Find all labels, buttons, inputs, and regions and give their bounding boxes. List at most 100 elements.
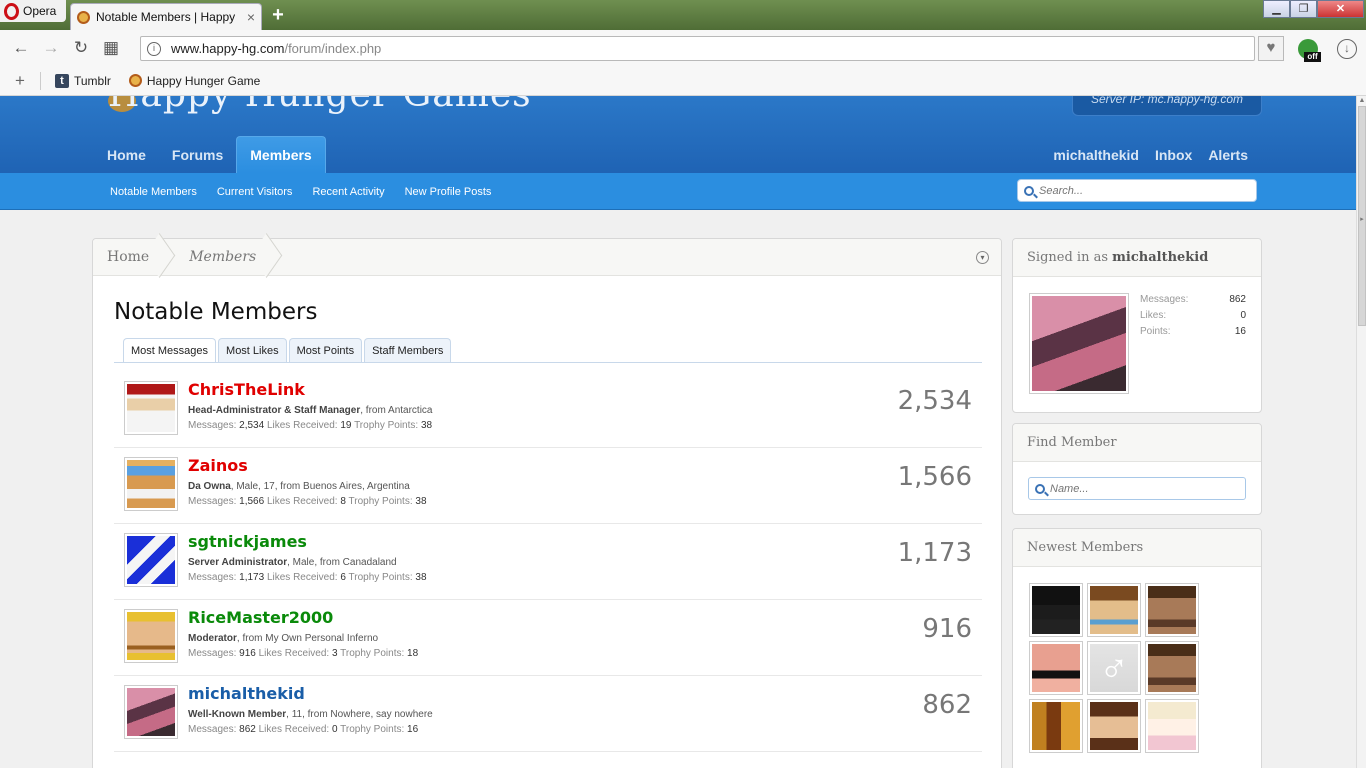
member-name-link[interactable]: RiceMaster2000 — [188, 608, 333, 627]
signed-in-username[interactable]: michalthekid — [1112, 250, 1208, 265]
stash-heart-icon[interactable]: ♥ — [1258, 36, 1284, 61]
opera-logo-icon — [4, 2, 19, 20]
avatar[interactable] — [124, 685, 178, 739]
likes-value: 3 — [331, 648, 338, 659]
nav-home[interactable]: Home — [94, 136, 159, 173]
add-bookmark-icon[interactable]: + — [0, 71, 40, 91]
newest-member-avatar[interactable] — [1145, 641, 1199, 695]
member-user-title: Moderator — [188, 633, 237, 644]
close-window-icon[interactable]: ✕ — [1317, 0, 1364, 18]
signed-in-header: Signed in as michalthekid — [1013, 239, 1261, 277]
points-label: Trophy Points: — [354, 420, 419, 431]
member-avatar-image — [1148, 644, 1196, 692]
avatar[interactable] — [1029, 293, 1129, 394]
back-arrow-icon[interactable]: ← — [6, 38, 36, 58]
member-stats: Messages: 1,566 Likes Received: 8 Trophy… — [188, 496, 427, 507]
newest-member-avatar[interactable] — [1029, 699, 1083, 753]
likes-value: 8 — [340, 496, 346, 507]
breadcrumb-members[interactable]: Members — [167, 239, 274, 276]
newest-member-avatar[interactable] — [1087, 583, 1141, 637]
subnav-current-visitors[interactable]: Current Visitors — [207, 186, 303, 198]
scroll-up-icon[interactable]: ▲ — [1358, 97, 1366, 105]
newest-member-avatar[interactable] — [1087, 699, 1141, 753]
page-scrollbar[interactable]: ▲ ▸ — [1356, 96, 1366, 768]
member-name-link[interactable]: ChrisTheLink — [188, 380, 305, 399]
forward-arrow-icon[interactable]: → — [36, 38, 66, 58]
member-name-link[interactable]: michalthekid — [188, 684, 305, 703]
stat-points: Points: 16 — [1140, 326, 1246, 342]
scroll-arrow-icon[interactable]: ▸ — [1358, 216, 1366, 224]
bookmarks-bar: + t Tumblr Happy Hunger Game — [0, 66, 1366, 96]
subnav-recent-activity[interactable]: Recent Activity — [302, 186, 394, 198]
find-member-field[interactable] — [1028, 477, 1246, 500]
tab-most-messages[interactable]: Most Messages — [123, 338, 217, 363]
nav-inbox[interactable]: Inbox — [1147, 136, 1200, 173]
opera-menu-label: Opera — [23, 4, 57, 18]
pony-avatar-image — [1032, 296, 1126, 391]
points-label: Trophy Points: — [340, 724, 405, 735]
find-member-input[interactable] — [1050, 482, 1245, 495]
messages-value: 1,173 — [239, 572, 265, 583]
tab-most-points[interactable]: Most Points — [288, 338, 363, 362]
member-name-link[interactable]: sgtnickjames — [188, 532, 307, 551]
signed-in-prefix: Signed in as — [1027, 250, 1108, 265]
sub-nav-bar: Notable Members Current Visitors Recent … — [0, 173, 1356, 210]
tab-staff-members[interactable]: Staff Members — [364, 338, 452, 362]
member-row: ChrisTheLink Head-Administrator & Staff … — [114, 372, 982, 448]
site-info-icon[interactable]: i — [147, 41, 161, 56]
bookmark-separator — [40, 71, 41, 90]
member-row: RiceMaster2000 Moderator, from My Own Pe… — [114, 600, 982, 676]
breadcrumb-home[interactable]: Home — [93, 239, 167, 276]
maximize-icon[interactable]: ❐ — [1290, 0, 1317, 18]
subnav-notable-members[interactable]: Notable Members — [100, 186, 207, 198]
bookmark-happy-hunger-games[interactable]: Happy Hunger Game — [128, 73, 261, 88]
breadcrumb-menu-chevron-icon[interactable]: ▾ — [976, 251, 989, 264]
search-input[interactable] — [1039, 184, 1239, 197]
messages-value: 1,566 — [239, 496, 265, 507]
search-box[interactable] — [1017, 179, 1257, 202]
likes-label: Likes Received: — [266, 572, 338, 583]
newest-member-avatar[interactable] — [1029, 641, 1083, 695]
avatar[interactable] — [124, 381, 178, 435]
minimize-icon[interactable]: ▁ — [1263, 0, 1290, 18]
member-name-link[interactable]: Zainos — [188, 456, 248, 475]
member-avatar-image — [1090, 702, 1138, 750]
site-logo[interactable]: Happy Hunger Games — [108, 96, 532, 115]
newest-member-avatar[interactable] — [1145, 583, 1199, 637]
browser-tab[interactable]: Notable Members | Happy × — [70, 3, 262, 30]
mockingjay-favicon-icon — [77, 10, 90, 24]
avatar[interactable] — [124, 533, 178, 587]
member-avatar-image — [1032, 644, 1080, 692]
bookmark-label: Happy Hunger Game — [146, 73, 261, 88]
nav-alerts[interactable]: Alerts — [1200, 136, 1256, 173]
downloads-icon[interactable]: ↓ — [1337, 39, 1357, 59]
tab-most-likes[interactable]: Most Likes — [218, 338, 287, 362]
subnav-new-profile-posts[interactable]: New Profile Posts — [395, 186, 502, 198]
newest-member-avatar[interactable] — [1145, 699, 1199, 753]
find-member-box: Find Member — [1012, 423, 1262, 515]
messages-value: 2,534 — [239, 420, 265, 431]
messages-label: Messages: — [188, 572, 237, 583]
speed-dial-grid-icon[interactable]: ▦ — [96, 38, 126, 58]
nav-forums[interactable]: Forums — [159, 136, 236, 173]
avatar[interactable] — [124, 609, 178, 663]
likes-label: Likes Received: — [266, 496, 338, 507]
bookmark-tumblr[interactable]: t Tumblr — [55, 73, 111, 88]
new-tab-button[interactable]: + — [268, 4, 288, 26]
tab-close-icon[interactable]: × — [247, 9, 255, 25]
bookmark-label: Tumblr — [74, 73, 111, 88]
member-message-count: 2,534 — [897, 386, 972, 416]
male-symbol-icon: ♂ — [1090, 644, 1138, 692]
reload-icon[interactable]: ↻ — [66, 38, 96, 58]
messages-value: 862 — [239, 724, 256, 735]
member-user-title: Head-Administrator & Staff Manager — [188, 405, 361, 416]
points-value: 16 — [407, 724, 419, 735]
address-bar[interactable]: i www.happy-hg.com/forum/index.php — [140, 36, 1255, 61]
nav-members[interactable]: Members — [236, 136, 326, 173]
avatar[interactable] — [124, 457, 178, 511]
search-icon — [1035, 483, 1045, 494]
newest-member-avatar[interactable]: ♂ — [1087, 641, 1141, 695]
opera-menu-button[interactable]: Opera — [0, 0, 66, 22]
newest-member-avatar[interactable] — [1029, 583, 1083, 637]
nav-username[interactable]: michalthekid — [1045, 136, 1147, 173]
